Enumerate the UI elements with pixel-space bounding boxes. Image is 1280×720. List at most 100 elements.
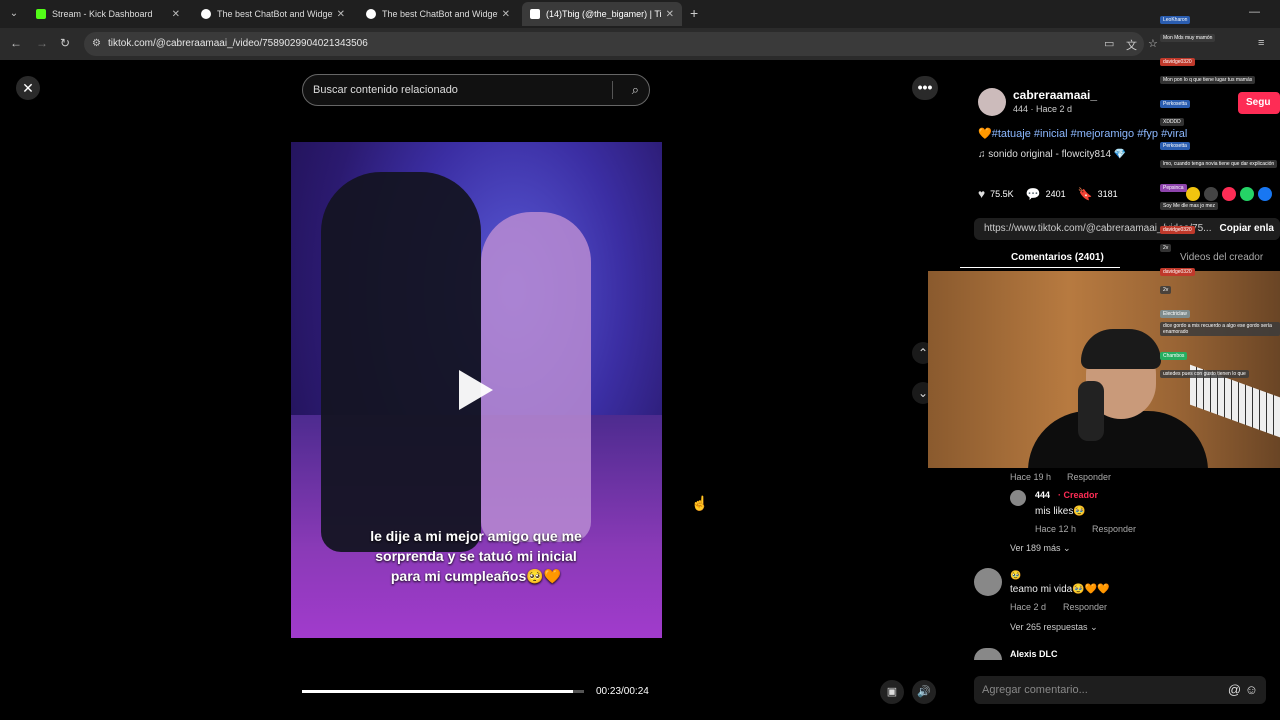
creator-meta: 444 · Hace 2 d	[1013, 104, 1073, 114]
video-time: 00:23/00:24	[596, 686, 649, 697]
view-more-label: Ver 265 respuestas	[1010, 622, 1088, 632]
comment-icon: 💬	[1025, 187, 1041, 201]
comment-avatar[interactable]	[974, 648, 1002, 660]
reply-button[interactable]: Responder	[1063, 602, 1107, 612]
site-info-icon[interactable]: ⚙	[92, 32, 101, 56]
microphone	[1078, 381, 1104, 441]
chat-username: Perkosetta	[1160, 142, 1190, 150]
video-person-right	[481, 212, 591, 542]
creator-badge: · Creador	[1058, 490, 1099, 500]
volume-icon[interactable]: 🔊	[912, 680, 936, 704]
post-hashtags[interactable]: 🧡#tatuaje #inicial #mejoramigo #fyp #vir…	[978, 127, 1187, 140]
chat-message: davidge0320 Mon pon lo q que tiene lugar …	[1160, 50, 1280, 86]
post-sound[interactable]: ♫ sonido original - flowcity814 💎	[978, 149, 1126, 160]
back-icon[interactable]: ←	[10, 36, 22, 50]
comment-avatar[interactable]	[974, 568, 1002, 596]
tab-kick-dashboard[interactable]: Stream - Kick Dashboard ✕	[28, 2, 188, 26]
emoji-icon[interactable]: ☺	[1245, 682, 1258, 697]
new-tab-icon[interactable]: +	[690, 5, 698, 21]
url-text: tiktok.com/@cabreraamaai_/video/75890299…	[108, 38, 368, 49]
post-stats: ♥ 75.5K 💬 2401 🔖 3181	[978, 187, 1118, 201]
save-count: 3181	[1097, 189, 1118, 199]
search-icon[interactable]: ⌕	[632, 75, 639, 105]
forward-icon[interactable]: →	[36, 36, 48, 50]
save-button[interactable]: 🔖 3181	[1078, 187, 1118, 201]
like-button[interactable]: ♥ 75.5K	[978, 187, 1014, 201]
comment-time: Hace 19 h	[1010, 472, 1052, 482]
streamer-shirt	[1028, 411, 1208, 468]
tab-chatbot-2[interactable]: The best ChatBot and Widgets ✕	[358, 2, 518, 26]
streamer-headphones	[1081, 329, 1161, 369]
cast-icon[interactable]: ▭	[1104, 37, 1114, 50]
comment-avatar[interactable]	[1010, 490, 1026, 506]
chat-message: Perkosetta XDDDD	[1160, 92, 1280, 128]
chat-username: Electriclaw	[1160, 310, 1190, 318]
tiktok-favicon-icon	[530, 9, 540, 19]
comment-text: teamo mi vida🥹🧡🧡	[1010, 584, 1110, 595]
browser-tab-bar: ⌄ Stream - Kick Dashboard ✕ The best Cha…	[0, 0, 1280, 28]
reply-button[interactable]: Responder	[1067, 472, 1111, 482]
compose-icons: @ ☺	[1228, 676, 1258, 704]
kick-favicon-icon	[36, 9, 46, 19]
comment-button[interactable]: 💬 2401	[1026, 187, 1066, 201]
chat-message: davidge0320 2v	[1160, 260, 1280, 296]
creator-username[interactable]: cabreraamaai_	[1013, 88, 1097, 102]
reply-button[interactable]: Responder	[1092, 524, 1136, 534]
more-options-icon[interactable]: •••	[912, 76, 938, 100]
picture-in-picture-icon[interactable]: ▣	[880, 680, 904, 704]
caption-line: le dije a mi mejor amigo que me	[370, 528, 582, 544]
chat-text: XDDDD	[1160, 118, 1184, 126]
reload-icon[interactable]: ↻	[60, 36, 70, 50]
chat-text: Mon pon lo q que tiene lugar tus mamás	[1160, 76, 1256, 84]
add-comment-input[interactable]: Agregar comentario... @ ☺	[974, 676, 1266, 704]
comment-count: 2401	[1045, 189, 1066, 199]
creator-avatar[interactable]	[978, 88, 1006, 116]
tab-comments[interactable]: Comentarios (2401)	[1011, 252, 1104, 263]
close-tab-icon[interactable]: ✕	[172, 9, 180, 20]
mention-icon[interactable]: @	[1228, 682, 1241, 697]
chat-text: 2v	[1160, 286, 1172, 294]
tab-chatbot-1[interactable]: The best ChatBot and Widgets ✕	[193, 2, 353, 26]
close-tab-icon[interactable]: ✕	[337, 9, 345, 20]
view-more-replies[interactable]: Ver 189 más ⌄	[1010, 543, 1071, 554]
tab-title: (14)Tbig (@the_bigamer) | TikT	[546, 9, 662, 19]
comment-author[interactable]: 🥹	[1010, 570, 1021, 581]
chat-text: ustedes pues con gusto tienen lo que	[1160, 370, 1249, 378]
related-search-input[interactable]: Buscar contenido relacionado ⌕	[302, 74, 650, 106]
chat-username: davidge0320	[1160, 268, 1195, 276]
address-bar: ← → ↻ ⚙ tiktok.com/@cabreraamaai_/video/…	[0, 28, 1280, 60]
chat-message: Electriclaw dice gordo a mis recuerdo a a…	[1160, 302, 1280, 338]
sound-label: sonido original - flowcity814 💎	[988, 149, 1127, 160]
tab-title: The best ChatBot and Widgets	[217, 9, 333, 19]
comment-author[interactable]: 444	[1035, 490, 1050, 500]
chat-text: 2v	[1160, 244, 1172, 252]
close-tab-icon[interactable]: ✕	[666, 9, 674, 20]
view-more-replies[interactable]: Ver 265 respuestas ⌄	[1010, 622, 1098, 633]
view-more-label: Ver 189 más	[1010, 543, 1061, 553]
tab-search-icon[interactable]: ⌄	[6, 6, 22, 22]
caption-line: para mi cumpleaños🥺🧡	[390, 568, 562, 584]
close-video-button[interactable]: ✕	[16, 76, 40, 100]
chat-text: Mon Mds muy mamón	[1160, 34, 1216, 42]
chat-message: davidge0320 2v	[1160, 218, 1280, 254]
play-icon[interactable]	[459, 370, 493, 410]
url-field[interactable]: ⚙ tiktok.com/@cabreraamaai_/video/758902…	[84, 32, 1144, 56]
search-divider	[612, 81, 613, 99]
like-count: 75.5K	[990, 189, 1014, 199]
comment-time: Hace 12 h	[1035, 524, 1077, 534]
bookmark-star-icon[interactable]: ☆	[1148, 37, 1158, 50]
chat-username: davidge0320	[1160, 58, 1195, 66]
video-player[interactable]: le dije a mi mejor amigo que me sorprend…	[291, 142, 662, 638]
video-progress-bar[interactable]	[302, 690, 584, 693]
translate-icon[interactable]: 文	[1126, 37, 1137, 53]
close-tab-icon[interactable]: ✕	[502, 9, 510, 20]
chat-username: Perkosetta	[1160, 100, 1190, 108]
tab-title: Stream - Kick Dashboard	[52, 9, 153, 19]
video-progress-fill	[302, 690, 573, 693]
heart-icon: ♥	[978, 187, 986, 201]
chat-message: Perkosetta lmo, cuando tenga novia tiene …	[1160, 134, 1280, 170]
caption-line: sorprenda y se tatuó mi inicial	[375, 548, 577, 564]
tab-tiktok[interactable]: (14)Tbig (@the_bigamer) | TikT ✕	[522, 2, 682, 26]
chat-username: davidge0320	[1160, 226, 1195, 234]
comment-author[interactable]: Alexis DLC	[1010, 649, 1058, 659]
